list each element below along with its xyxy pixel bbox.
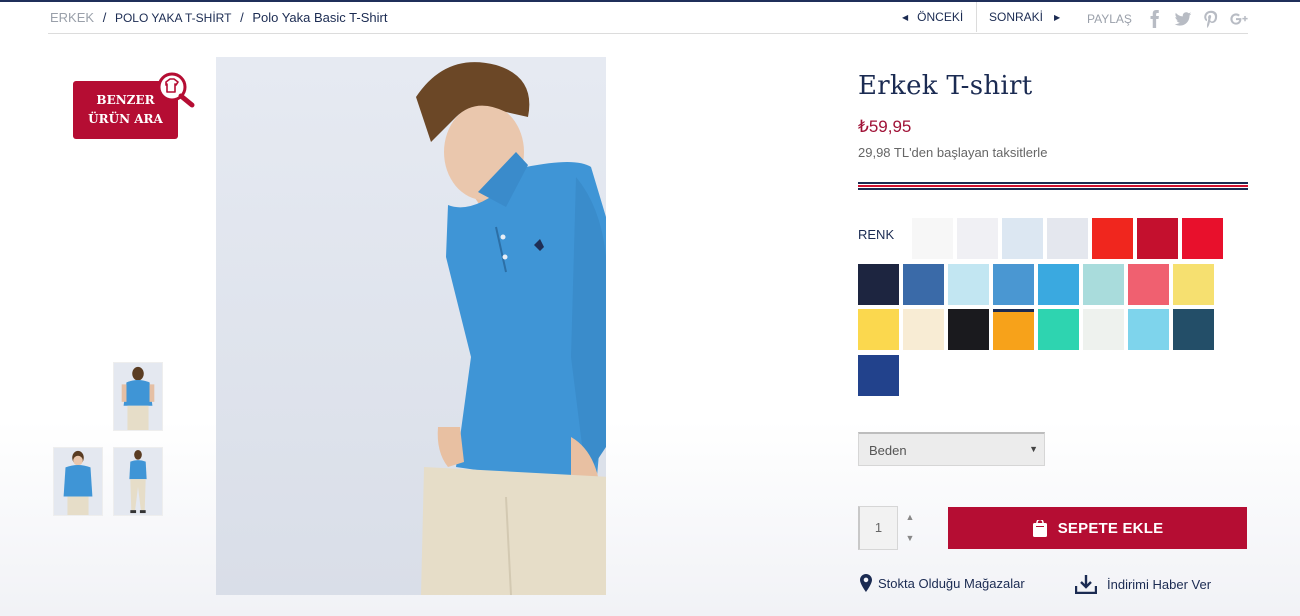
color-swatch[interactable] <box>1128 309 1169 350</box>
color-swatch[interactable] <box>948 309 989 350</box>
breadcrumb-separator: / <box>240 10 244 25</box>
color-swatch[interactable] <box>1128 264 1169 305</box>
color-swatch[interactable] <box>1173 264 1214 305</box>
quantity-up-arrow-icon[interactable]: ▲ <box>904 512 916 522</box>
download-tray-icon <box>1075 575 1097 594</box>
color-swatch[interactable] <box>903 264 944 305</box>
quantity-down-arrow-icon[interactable]: ▼ <box>904 533 916 543</box>
color-swatch[interactable] <box>1137 218 1178 259</box>
main-product-image[interactable] <box>216 57 606 595</box>
color-swatch[interactable] <box>957 218 998 259</box>
alert-link-label: İndirimi Haber Ver <box>1107 576 1212 592</box>
decorative-stripes <box>858 182 1248 191</box>
color-label: RENK <box>858 227 895 242</box>
color-swatch[interactable] <box>1038 309 1079 350</box>
installment-info: 29,98 TL'den başlayan taksitlerle <box>858 145 1048 160</box>
color-swatch[interactable] <box>858 264 899 305</box>
previous-product-link[interactable]: ◀ ÖNCEKİ <box>902 2 974 32</box>
share-bar: PAYLAŞ <box>1087 8 1250 30</box>
triangle-left-icon: ◀ <box>902 12 909 22</box>
color-swatch[interactable] <box>993 264 1034 305</box>
color-swatch[interactable] <box>1083 309 1124 350</box>
discount-alert-link[interactable]: İndirimi Haber Ver <box>1075 574 1211 594</box>
breadcrumb-current: Polo Yaka Basic T-Shirt <box>252 10 388 25</box>
color-swatch[interactable] <box>948 264 989 305</box>
next-label: SONRAKİ <box>989 10 1044 24</box>
google-plus-icon[interactable] <box>1228 8 1250 30</box>
breadcrumb-bar: ERKEK / POLO YAKA T-SHİRT / Polo Yaka Ba… <box>48 2 1248 34</box>
share-label: PAYLAŞ <box>1087 12 1132 26</box>
map-pin-icon <box>860 574 872 592</box>
twitter-icon[interactable] <box>1172 8 1194 30</box>
product-thumbnail-full-body[interactable] <box>113 447 163 516</box>
chevron-down-icon: ▼ <box>1029 444 1038 454</box>
previous-label: ÖNCEKİ <box>917 10 964 24</box>
magnifier-tshirt-icon <box>157 72 195 108</box>
color-swatch[interactable] <box>858 355 899 396</box>
breadcrumb-link-category[interactable]: POLO YAKA T-SHİRT <box>115 11 232 25</box>
product-price: ₺59,95 <box>858 117 912 136</box>
add-to-cart-label: SEPETE EKLE <box>1057 519 1164 537</box>
color-swatch[interactable] <box>1083 264 1124 305</box>
facebook-icon[interactable] <box>1144 8 1166 30</box>
color-swatch[interactable] <box>1047 218 1088 259</box>
shopping-bag-icon <box>1032 519 1047 537</box>
color-swatch[interactable] <box>993 309 1034 350</box>
quantity-input[interactable]: 1 <box>858 506 898 550</box>
color-swatch[interactable] <box>912 218 953 259</box>
add-to-cart-button[interactable]: SEPETE EKLE <box>948 507 1247 549</box>
similar-button-line2: ÜRÜN ARA <box>88 112 163 126</box>
color-swatch[interactable] <box>1038 264 1079 305</box>
color-swatch[interactable] <box>903 309 944 350</box>
next-product-link[interactable]: SONRAKİ ▶ <box>976 2 1068 32</box>
color-swatch[interactable] <box>1002 218 1043 259</box>
color-swatch[interactable] <box>1173 309 1214 350</box>
stores-link-label: Stokta Olduğu Mağazalar <box>878 575 1025 591</box>
color-swatch[interactable] <box>1182 218 1223 259</box>
breadcrumb-separator: / <box>102 10 107 25</box>
pinterest-icon[interactable] <box>1200 8 1222 30</box>
triangle-right-icon: ▶ <box>1054 12 1061 22</box>
color-swatch[interactable] <box>1092 218 1133 259</box>
product-thumbnail-front-left[interactable] <box>53 447 103 516</box>
size-select-value: Beden <box>869 443 907 458</box>
breadcrumb-link-erkek[interactable]: ERKEK <box>50 10 94 25</box>
product-thumbnail-back[interactable] <box>113 362 163 431</box>
breadcrumb: ERKEK / POLO YAKA T-SHİRT / Polo Yaka Ba… <box>50 10 387 25</box>
stores-in-stock-link[interactable]: Stokta Olduğu Mağazalar <box>860 574 1025 592</box>
color-swatch[interactable] <box>858 309 899 350</box>
size-select[interactable]: Beden ▼ <box>858 432 1045 466</box>
product-title: Erkek T-shirt <box>858 71 1033 101</box>
